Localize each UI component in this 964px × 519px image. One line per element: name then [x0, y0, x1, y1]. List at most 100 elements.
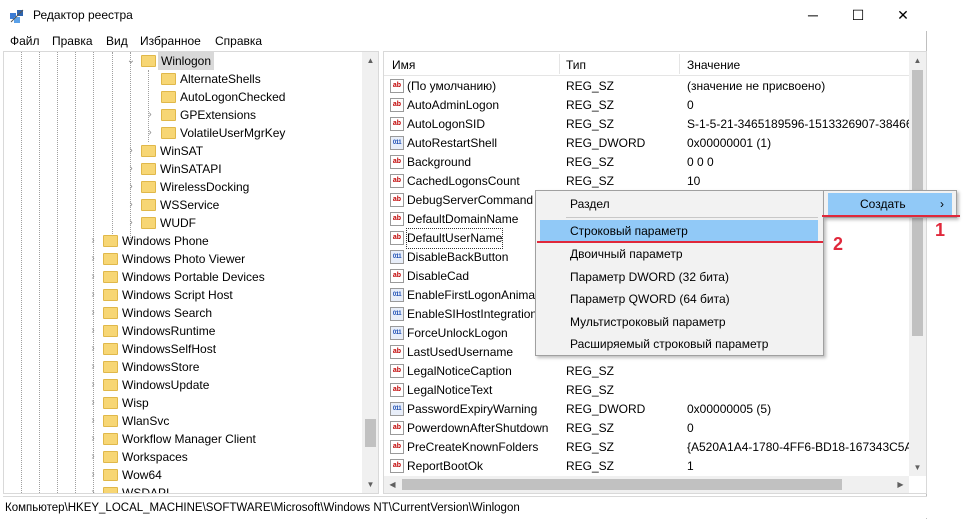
expand-arrow-icon[interactable]: ›: [145, 106, 155, 124]
tree-item[interactable]: › WinSAT: [4, 142, 359, 160]
value-name: ForceUnlockLogon: [407, 326, 508, 340]
value-row[interactable]: ab AutoAdminLogon REG_SZ 0: [384, 96, 914, 115]
scroll-down-icon[interactable]: ▼: [909, 459, 926, 476]
tree-item[interactable]: › Windows Portable Devices: [4, 268, 359, 286]
column-type[interactable]: Тип: [566, 58, 586, 72]
key-tree-pane[interactable]: ⌄ Winlogon AlternateShells AutoLogonChecked…: [3, 51, 379, 494]
expand-arrow-icon[interactable]: ›: [88, 322, 98, 340]
close-button[interactable]: ✕: [880, 0, 926, 31]
menu-bar: Файл Правка Вид Избранное Справка: [0, 31, 927, 51]
context-menu: Создать ›: [823, 190, 957, 218]
scroll-down-icon[interactable]: ▼: [362, 476, 378, 493]
scroll-up-icon[interactable]: ▲: [909, 52, 926, 69]
column-value[interactable]: Значение: [687, 58, 740, 72]
menu-file[interactable]: Файл: [10, 34, 40, 48]
submenu-item[interactable]: Мультистроковый параметр: [540, 311, 818, 333]
tree-item[interactable]: › WirelessDocking: [4, 178, 359, 196]
expand-arrow-icon[interactable]: ›: [145, 124, 155, 142]
menu-view[interactable]: Вид: [106, 34, 128, 48]
menu-edit[interactable]: Правка: [52, 34, 93, 48]
expand-arrow-icon[interactable]: ›: [88, 376, 98, 394]
tree-item[interactable]: › Windows Search: [4, 304, 359, 322]
expand-arrow-icon[interactable]: ›: [88, 412, 98, 430]
list-vertical-scrollbar[interactable]: ▲ ▼: [909, 52, 926, 476]
maximize-button[interactable]: ☐: [835, 0, 881, 31]
tree-scroll-thumb[interactable]: [365, 419, 376, 447]
expand-arrow-icon[interactable]: ›: [88, 340, 98, 358]
expand-arrow-icon[interactable]: ›: [126, 178, 136, 196]
menu-help[interactable]: Справка: [215, 34, 262, 48]
folder-icon: [103, 289, 118, 301]
submenu-item[interactable]: Параметр QWORD (64 бита): [540, 288, 818, 310]
value-row[interactable]: ab PreCreateKnownFolders REG_SZ {A520A1A4-1…: [384, 438, 926, 457]
collapse-arrow-icon[interactable]: ⌄: [126, 52, 136, 70]
string-value-icon: ab: [390, 79, 404, 93]
tree-item[interactable]: › WSDAPI: [4, 484, 359, 493]
submenu-item[interactable]: Раздел: [540, 193, 818, 215]
value-row[interactable]: ab LegalNoticeText REG_SZ: [384, 381, 914, 400]
expand-arrow-icon[interactable]: ›: [126, 160, 136, 178]
tree-item[interactable]: › WindowsStore: [4, 358, 359, 376]
value-row[interactable]: 011 AutoRestartShell REG_DWORD 0x00000001 (…: [384, 134, 914, 153]
expand-arrow-icon[interactable]: ›: [88, 286, 98, 304]
expand-arrow-icon[interactable]: ›: [88, 394, 98, 412]
tree-item[interactable]: AutoLogonChecked: [4, 88, 359, 106]
submenu-item[interactable]: Двоичный параметр: [540, 243, 818, 265]
tree-item-label: WindowsUpdate: [122, 378, 210, 392]
tree-item[interactable]: › WindowsUpdate: [4, 376, 359, 394]
list-horizontal-scrollbar[interactable]: ◀ ▶: [384, 476, 909, 493]
expand-arrow-icon[interactable]: ›: [88, 448, 98, 466]
tree-item[interactable]: › Workspaces: [4, 448, 359, 466]
expand-arrow-icon[interactable]: ›: [88, 484, 98, 493]
value-row[interactable]: ab LegalNoticeCaption REG_SZ: [384, 362, 914, 381]
expand-arrow-icon[interactable]: ›: [88, 232, 98, 250]
tree-item[interactable]: › Wow64: [4, 466, 359, 484]
expand-arrow-icon[interactable]: ›: [126, 196, 136, 214]
expand-arrow-icon[interactable]: ›: [126, 142, 136, 160]
submenu-item[interactable]: Параметр DWORD (32 бита): [540, 266, 818, 288]
scroll-up-icon[interactable]: ▲: [362, 52, 378, 69]
tree-item[interactable]: AlternateShells: [4, 70, 359, 88]
tree-item[interactable]: ⌄ Winlogon: [4, 52, 359, 70]
tree-item[interactable]: › WindowsSelfHost: [4, 340, 359, 358]
submenu-item[interactable]: Строковый параметр: [540, 220, 818, 242]
column-divider[interactable]: [559, 54, 560, 74]
tree-item[interactable]: › WUDF: [4, 214, 359, 232]
submenu-item[interactable]: Расширяемый строковый параметр: [540, 333, 818, 355]
expand-arrow-icon[interactable]: ›: [88, 250, 98, 268]
column-divider[interactable]: [679, 54, 680, 74]
menu-favorites[interactable]: Избранное: [140, 34, 201, 48]
scroll-left-icon[interactable]: ◀: [384, 476, 401, 493]
expand-arrow-icon[interactable]: ›: [88, 304, 98, 322]
expand-arrow-icon[interactable]: ›: [126, 214, 136, 232]
tree-item[interactable]: › Windows Photo Viewer: [4, 250, 359, 268]
value-row[interactable]: ab PowerdownAfterShutdown REG_SZ 0: [384, 419, 914, 438]
tree-item[interactable]: › Wisp: [4, 394, 359, 412]
value-type: REG_SZ: [566, 174, 615, 188]
value-row[interactable]: ab (По умолчанию) REG_SZ (значение не присв…: [384, 77, 914, 96]
tree-item[interactable]: › Workflow Manager Client: [4, 430, 359, 448]
value-row[interactable]: ab ReportBootOk REG_SZ 1: [384, 457, 914, 476]
scroll-right-icon[interactable]: ▶: [892, 476, 909, 493]
column-name[interactable]: Имя: [392, 58, 415, 72]
value-row[interactable]: ab CachedLogonsCount REG_SZ 10: [384, 172, 914, 191]
expand-arrow-icon[interactable]: ›: [88, 466, 98, 484]
create-menu-item[interactable]: Создать ›: [828, 193, 952, 215]
tree-item[interactable]: › Windows Script Host: [4, 286, 359, 304]
tree-vertical-scrollbar[interactable]: ▲ ▼: [362, 52, 378, 493]
tree-item[interactable]: › Windows Phone: [4, 232, 359, 250]
expand-arrow-icon[interactable]: ›: [88, 268, 98, 286]
value-row[interactable]: ab Background REG_SZ 0 0 0: [384, 153, 914, 172]
tree-item[interactable]: › WlanSvc: [4, 412, 359, 430]
tree-item[interactable]: › WindowsRuntime: [4, 322, 359, 340]
value-row[interactable]: ab AutoLogonSID REG_SZ S-1-5-21-3465189596-…: [384, 115, 926, 134]
tree-item[interactable]: › VolatileUserMgrKey: [4, 124, 359, 142]
tree-item[interactable]: › GPExtensions: [4, 106, 359, 124]
value-row[interactable]: 011 PasswordExpiryWarning REG_DWORD 0x00000…: [384, 400, 914, 419]
tree-item[interactable]: › WSService: [4, 196, 359, 214]
expand-arrow-icon[interactable]: ›: [88, 358, 98, 376]
minimize-button[interactable]: ─: [790, 0, 836, 31]
tree-item[interactable]: › WinSATAPI: [4, 160, 359, 178]
list-hscroll-thumb[interactable]: [402, 479, 842, 490]
expand-arrow-icon[interactable]: ›: [88, 430, 98, 448]
